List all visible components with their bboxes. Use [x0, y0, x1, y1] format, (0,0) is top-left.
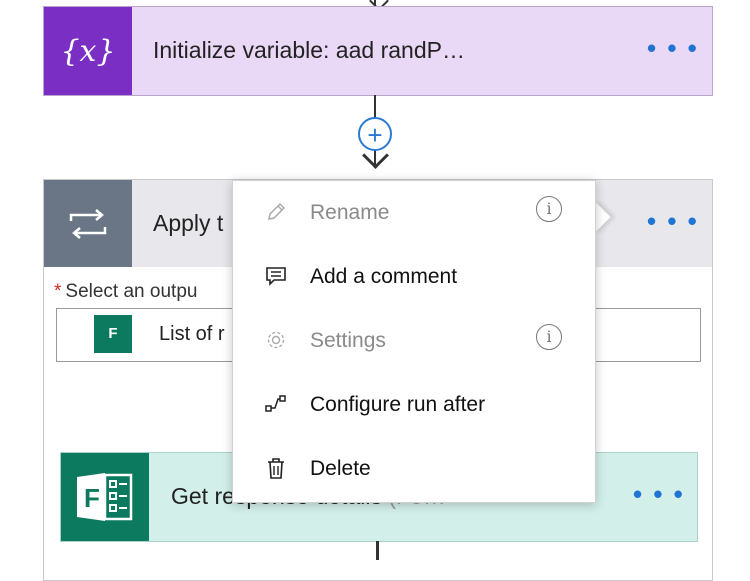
forms-icon: F: [61, 453, 149, 541]
initialize-variable-card[interactable]: {x} Initialize variable: aad randP… • • …: [43, 6, 713, 96]
pencil-icon: [268, 202, 286, 220]
required-marker: *: [54, 281, 62, 302]
variable-icon: {x}: [44, 7, 132, 95]
more-options-button[interactable]: • • •: [647, 33, 699, 64]
card-title: Apply t: [153, 210, 224, 236]
loop-icon: [44, 180, 132, 267]
info-icon[interactable]: i: [536, 324, 562, 350]
card-title: Initialize variable: aad randP…: [153, 37, 465, 63]
menu-item-label: Settings: [310, 329, 386, 352]
run-after-icon: [265, 395, 286, 412]
menu-item-settings[interactable]: Settings i: [233, 309, 595, 373]
menu-item-configure-run-after[interactable]: Configure run after: [233, 373, 595, 437]
menu-item-label: Rename: [310, 201, 390, 224]
more-options-button[interactable]: • • •: [633, 479, 685, 510]
comment-icon: [266, 267, 286, 286]
card-title-text: Get r: [171, 483, 223, 509]
gear-icon: [267, 331, 285, 349]
more-options-button[interactable]: • • •: [647, 206, 699, 237]
menu-item-rename[interactable]: Rename i: [233, 181, 595, 245]
menu-item-label: Add a comment: [310, 265, 458, 288]
trash-icon: [268, 458, 284, 479]
forms-icon: F: [94, 315, 132, 353]
menu-item-delete[interactable]: Delete: [233, 437, 595, 501]
variable-icon-glyph: {x}: [60, 33, 116, 69]
connector-line-bottom: [376, 541, 379, 560]
token-label[interactable]: List of r: [159, 323, 225, 346]
menu-item-label: Configure run after: [310, 393, 486, 416]
menu-item-add-comment[interactable]: Add a comment: [233, 245, 595, 309]
select-output-label: * Select an outpu: [54, 281, 197, 303]
info-icon[interactable]: i: [536, 196, 562, 222]
context-menu: Rename i Add a comment Settings i Config…: [232, 180, 596, 503]
select-output-text: Select an outpu: [65, 281, 198, 302]
menu-item-label: Delete: [310, 457, 371, 480]
svg-text:F: F: [84, 483, 100, 513]
